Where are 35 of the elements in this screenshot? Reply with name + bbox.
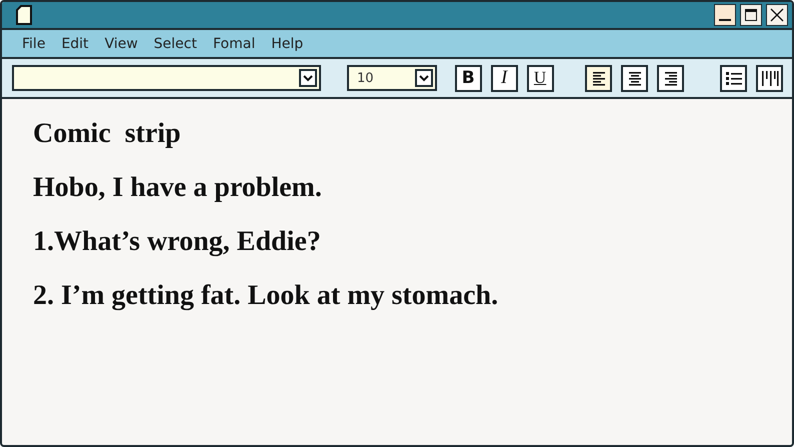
maximize-icon — [744, 8, 758, 22]
menu-item[interactable]: Select — [146, 36, 205, 52]
size-value: 10 — [357, 70, 374, 86]
text-line: Hobo, I have a problem. — [33, 173, 323, 203]
text-line: 2. I’m getting fat. Look at my stomach. — [33, 281, 500, 311]
columns-button[interactable] — [756, 64, 783, 92]
underline-button[interactable]: U — [526, 64, 554, 92]
maximize-button[interactable] — [740, 4, 762, 26]
align-center-icon — [628, 70, 642, 86]
menu-item[interactable]: File — [14, 36, 54, 52]
font-dropdown[interactable] — [12, 65, 322, 91]
bullets-button[interactable] — [720, 64, 748, 92]
size-dropdown[interactable]: 10 — [347, 65, 437, 91]
align-right-icon — [664, 70, 678, 86]
document-icon — [16, 5, 32, 25]
menu-item[interactable]: View — [96, 36, 146, 52]
menu-item[interactable]: Fomal — [205, 36, 264, 52]
close-button[interactable] — [766, 4, 788, 26]
align-right-button[interactable] — [657, 64, 684, 92]
dropdown-caret-icon — [299, 69, 318, 87]
text-line: 1.What’s wrong, Eddie? — [33, 227, 322, 257]
menu-item[interactable]: Help — [263, 36, 312, 52]
menu-item[interactable]: Edit — [53, 36, 97, 52]
align-center-button[interactable] — [621, 64, 648, 92]
minimize-button[interactable] — [714, 4, 736, 26]
dropdown-caret-icon — [414, 69, 433, 87]
bold-button[interactable]: B — [454, 64, 482, 92]
close-icon — [770, 8, 784, 22]
bullet-list-icon — [726, 70, 742, 86]
align-left-icon — [592, 70, 606, 86]
minimize-icon — [719, 19, 731, 21]
align-left-button[interactable] — [585, 64, 612, 92]
italic-button[interactable]: I — [490, 64, 518, 92]
text-line: Comic strip — [33, 119, 182, 149]
columns-icon — [760, 70, 778, 86]
